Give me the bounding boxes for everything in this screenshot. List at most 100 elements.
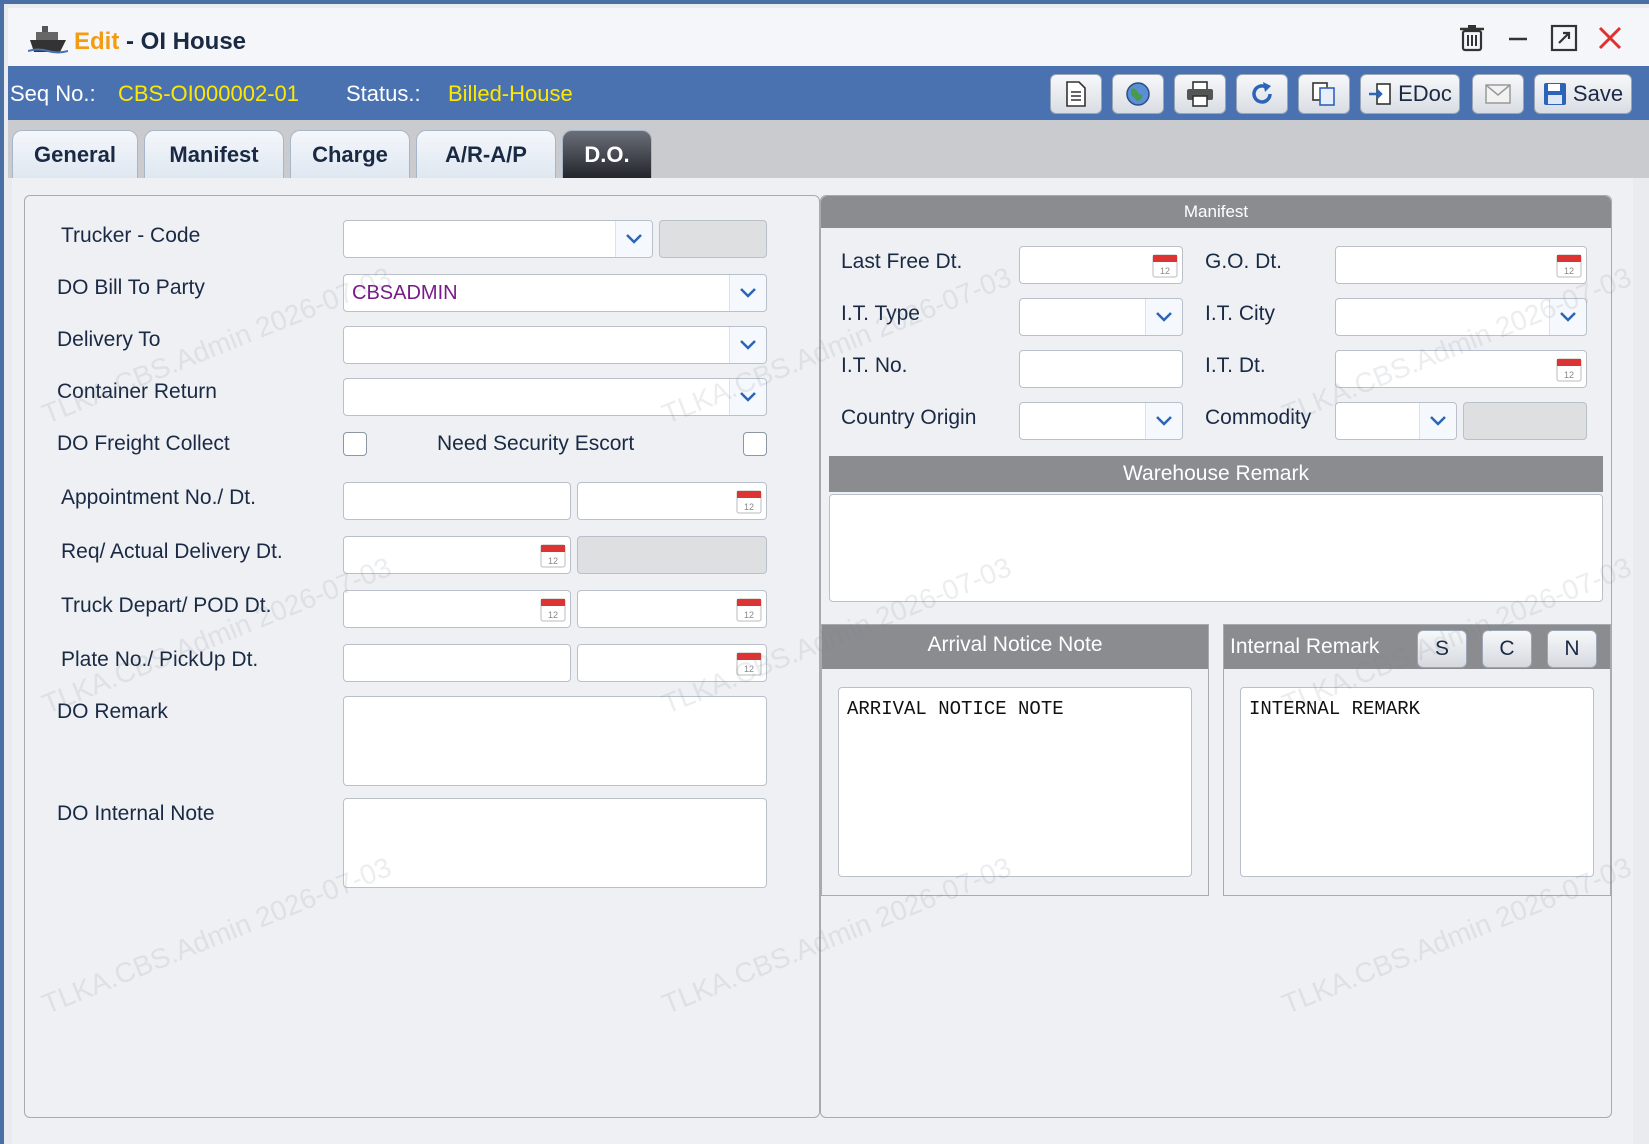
chevron-down-icon[interactable] <box>1549 299 1586 335</box>
chevron-down-icon[interactable] <box>615 221 652 257</box>
refresh-icon <box>1252 82 1272 104</box>
commodity-select[interactable] <box>1335 402 1457 440</box>
do-internal-textarea[interactable] <box>343 798 767 888</box>
c-button[interactable]: C <box>1482 630 1532 668</box>
calendar-icon[interactable]: 12 <box>736 650 762 676</box>
seq-no-label: Seq No.: <box>10 81 96 106</box>
trucker-select[interactable] <box>343 220 653 258</box>
chevron-down-icon[interactable] <box>729 379 766 415</box>
trucker-code-field <box>659 220 767 258</box>
it-dt-label: I.T. Dt. <box>1205 354 1266 377</box>
n-button[interactable]: N <box>1547 630 1597 668</box>
freight-collect-label: DO Freight Collect <box>57 432 230 455</box>
delivery-to-label: Delivery To <box>57 328 161 351</box>
req-delivery-date-input[interactable]: 12 <box>343 536 571 574</box>
arrival-notice-header: Arrival Notice Note <box>822 625 1208 669</box>
security-escort-checkbox[interactable] <box>743 432 767 456</box>
import-icon <box>1369 83 1391 105</box>
tab-general[interactable]: General <box>12 130 138 178</box>
maximize-icon[interactable] <box>1548 22 1580 54</box>
document-button[interactable] <box>1050 74 1102 114</box>
it-no-input[interactable] <box>1019 350 1183 388</box>
container-return-select[interactable] <box>343 378 767 416</box>
go-dt-label: G.O. Dt. <box>1205 250 1283 273</box>
minimize-icon[interactable] <box>1502 22 1534 54</box>
country-origin-label: Country Origin <box>841 406 977 429</box>
ship-icon <box>28 26 68 54</box>
chevron-down-icon[interactable] <box>1419 403 1456 439</box>
arrival-notice-section: Arrival Notice Note ARRIVAL NOTICE NOTE <box>821 624 1209 896</box>
chevron-down-icon[interactable] <box>1145 299 1182 335</box>
status-bar: Seq No.: CBS-OI000002-01 Status.: Billed… <box>8 66 1649 120</box>
svg-text:12: 12 <box>548 556 558 566</box>
last-free-date-input[interactable]: 12 <box>1019 246 1183 284</box>
svg-text:12: 12 <box>548 610 558 620</box>
go-date-input[interactable]: 12 <box>1335 246 1587 284</box>
delivery-to-select[interactable] <box>343 326 767 364</box>
it-city-select[interactable] <box>1335 298 1587 336</box>
bill-to-select[interactable]: CBSADMIN <box>343 274 767 312</box>
envelope-icon <box>1485 84 1511 104</box>
globe-icon <box>1126 82 1150 106</box>
it-city-label: I.T. City <box>1205 302 1276 325</box>
chevron-down-icon[interactable] <box>729 327 766 363</box>
trucker-code-label: Trucker - Code <box>61 224 201 247</box>
s-button[interactable]: S <box>1417 630 1467 668</box>
print-button[interactable] <box>1174 74 1226 114</box>
commodity-code-field <box>1463 402 1587 440</box>
svg-text:12: 12 <box>744 502 754 512</box>
truck-depart-date-input[interactable]: 12 <box>343 590 571 628</box>
warehouse-remark-textarea[interactable] <box>829 494 1603 602</box>
appointment-date-input[interactable]: 12 <box>577 482 767 520</box>
calendar-icon[interactable]: 12 <box>1556 252 1582 278</box>
printer-icon <box>1187 81 1213 107</box>
floppy-disk-icon <box>1543 83 1566 105</box>
globe-button[interactable] <box>1112 74 1164 114</box>
svg-text:12: 12 <box>1564 370 1574 380</box>
save-button[interactable]: Save <box>1534 74 1632 114</box>
edoc-label: EDoc <box>1398 81 1452 106</box>
calendar-icon[interactable]: 12 <box>736 596 762 622</box>
pickup-date-input[interactable]: 12 <box>577 644 767 682</box>
plate-no-input[interactable] <box>343 644 571 682</box>
container-return-label: Container Return <box>57 380 217 403</box>
do-remark-textarea[interactable] <box>343 696 767 786</box>
tab-ar-ap[interactable]: A/R-A/P <box>416 130 556 178</box>
do-form-panel: Trucker - Code DO Bill To Party CBSADMIN… <box>24 195 820 1118</box>
refresh-button[interactable] <box>1236 74 1288 114</box>
chevron-down-icon[interactable] <box>729 275 766 311</box>
calendar-icon[interactable]: 12 <box>540 542 566 568</box>
edit-label: Edit <box>74 28 120 55</box>
title-separator: - <box>119 28 141 55</box>
title-bar: Edit - OI House <box>8 8 1649 66</box>
copy-icon <box>1312 82 1335 106</box>
it-date-input[interactable]: 12 <box>1335 350 1587 388</box>
trash-icon[interactable] <box>1456 22 1488 54</box>
calendar-icon[interactable]: 12 <box>540 596 566 622</box>
calendar-icon[interactable]: 12 <box>1152 252 1178 278</box>
email-button[interactable] <box>1472 74 1524 114</box>
title-name: OI House <box>140 28 247 55</box>
copy-button[interactable] <box>1298 74 1350 114</box>
chevron-down-icon[interactable] <box>1145 403 1182 439</box>
pod-date-input[interactable]: 12 <box>577 590 767 628</box>
tab-do[interactable]: D.O. <box>562 130 652 178</box>
appointment-no-input[interactable] <box>343 482 571 520</box>
arrival-notice-textarea[interactable]: ARRIVAL NOTICE NOTE <box>838 687 1192 877</box>
edoc-button[interactable]: EDoc <box>1360 74 1460 114</box>
bill-to-label: DO Bill To Party <box>57 276 205 299</box>
manifest-header: Manifest <box>821 196 1611 228</box>
tab-manifest[interactable]: Manifest <box>144 130 284 178</box>
calendar-icon[interactable]: 12 <box>1556 356 1582 382</box>
freight-collect-checkbox[interactable] <box>343 432 367 456</box>
internal-remark-textarea[interactable]: INTERNAL REMARK <box>1240 687 1594 877</box>
it-type-select[interactable] <box>1019 298 1183 336</box>
close-icon[interactable] <box>1594 22 1626 54</box>
status-label: Status.: <box>346 81 421 106</box>
warehouse-remark-header: Warehouse Remark <box>829 456 1603 492</box>
country-origin-select[interactable] <box>1019 402 1183 440</box>
appointment-label: Appointment No./ Dt. <box>61 486 256 509</box>
truck-depart-label: Truck Depart/ POD Dt. <box>61 594 272 617</box>
calendar-icon[interactable]: 12 <box>736 488 762 514</box>
tab-charge[interactable]: Charge <box>290 130 410 178</box>
